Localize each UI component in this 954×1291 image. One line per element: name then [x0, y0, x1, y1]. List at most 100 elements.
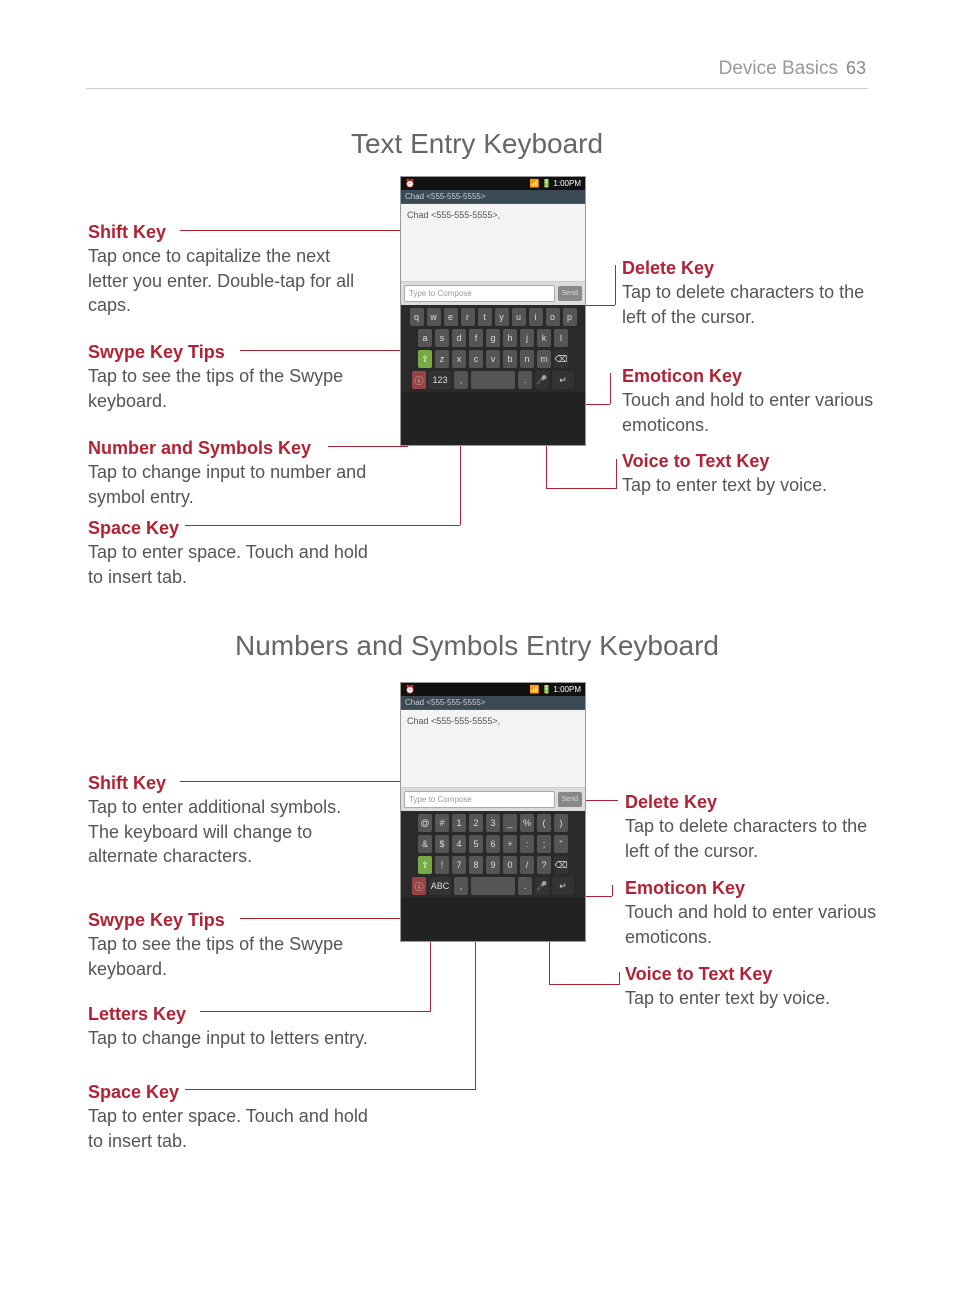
leader-line	[475, 940, 476, 1090]
keyboard-key[interactable]: @	[418, 814, 432, 832]
leader-line	[240, 350, 400, 351]
callout-number-symbols-key: Number and Symbols Key Tap to change inp…	[88, 436, 368, 509]
keyboard-key[interactable]: 3	[486, 814, 500, 832]
keyboard-key[interactable]: /	[520, 856, 534, 874]
keyboard-key[interactable]: ;	[537, 835, 551, 853]
keyboard-key[interactable]: o	[546, 308, 560, 326]
keyboard-key[interactable]: (	[537, 814, 551, 832]
keyboard-key[interactable]: 4	[452, 835, 466, 853]
keyboard-key[interactable]: g	[486, 329, 500, 347]
keyboard-key[interactable]: h	[503, 329, 517, 347]
leader-line	[185, 525, 460, 526]
keyboard-key[interactable]: ⌫	[554, 856, 568, 874]
keyboard-key[interactable]: 🎤	[535, 877, 549, 895]
keyboard-key[interactable]: .	[518, 877, 532, 895]
callout-heading: Shift Key	[88, 771, 368, 795]
keyboard-key[interactable]: 5	[469, 835, 483, 853]
keyboard-key[interactable]: ↵	[552, 877, 574, 895]
keyboard-key[interactable]: s	[435, 329, 449, 347]
callout-space-key: Space Key Tap to enter space. Touch and …	[88, 516, 368, 589]
leader-line	[612, 885, 613, 896]
keyboard-key[interactable]: !	[435, 856, 449, 874]
leader-line	[180, 230, 400, 231]
keyboard-key[interactable]: "	[554, 835, 568, 853]
keyboard-key[interactable]: v	[486, 350, 500, 368]
keyboard-key[interactable]: $	[435, 835, 449, 853]
keyboard-key[interactable]: m	[537, 350, 551, 368]
keyboard-key[interactable]: )	[554, 814, 568, 832]
leader-line	[619, 972, 620, 985]
keyboard-key[interactable]: r	[461, 308, 475, 326]
keyboard-key[interactable]: u	[512, 308, 526, 326]
keyboard-key[interactable]: 9	[486, 856, 500, 874]
keyboard-key[interactable]: i	[529, 308, 543, 326]
keyboard-key[interactable]: 0	[503, 856, 517, 874]
callout-text: Touch and hold to enter various emoticon…	[622, 390, 873, 434]
keyboard-key[interactable]: z	[435, 350, 449, 368]
keyboard-key[interactable]: j	[520, 329, 534, 347]
keyboard-key[interactable]: ?	[537, 856, 551, 874]
leader-line	[200, 1011, 430, 1012]
callout-text: Tap to delete characters to the left of …	[625, 816, 867, 860]
keyboard-key[interactable]: ⇧	[418, 856, 432, 874]
keyboard-key[interactable]: b	[503, 350, 517, 368]
leader-line	[460, 446, 461, 525]
keyboard-key[interactable]: t	[478, 308, 492, 326]
keyboard-key[interactable]: &	[418, 835, 432, 853]
keyboard-key[interactable]: :	[520, 835, 534, 853]
keyboard-key[interactable]: 🎤	[535, 371, 549, 389]
callout-text: Tap to enter text by voice.	[622, 475, 827, 495]
page-header: Device Basics 63	[719, 58, 866, 80]
keyboard-key[interactable]: ↵	[552, 371, 574, 389]
callout-text: Tap to see the tips of the Swype keyboar…	[88, 366, 343, 410]
keyboard-key[interactable]: 6	[486, 835, 500, 853]
leader-line	[582, 896, 612, 897]
keyboard-key[interactable]: +	[503, 835, 517, 853]
keyboard-key[interactable]: a	[418, 329, 432, 347]
keyboard-key[interactable]	[471, 371, 515, 389]
keyboard-key[interactable]: #	[435, 814, 449, 832]
keyboard-key[interactable]: _	[503, 814, 517, 832]
keyboard-key[interactable]: d	[452, 329, 466, 347]
callout-heading: Shift Key	[88, 220, 368, 244]
keyboard-key[interactable]: l	[554, 329, 568, 347]
callout-text: Tap to enter space. Touch and hold to in…	[88, 542, 368, 586]
callout-shift-key: Shift Key Tap once to capitalize the nex…	[88, 220, 368, 317]
keyboard-key[interactable]: %	[520, 814, 534, 832]
keyboard-key[interactable]: 8	[469, 856, 483, 874]
leader-line	[240, 918, 410, 919]
header-rule	[86, 88, 868, 89]
keyboard-key[interactable]: 1	[452, 814, 466, 832]
keyboard-key[interactable]: n	[520, 350, 534, 368]
callout-space-key-2: Space Key Tap to enter space. Touch and …	[88, 1080, 368, 1153]
callout-text: Tap to delete characters to the left of …	[622, 282, 864, 326]
keyboard-key[interactable]: 2	[469, 814, 483, 832]
send-button[interactable]: Send	[558, 286, 582, 301]
keyboard-key[interactable]: ⌫	[554, 350, 568, 368]
keyboard-key[interactable]: 123	[429, 371, 451, 389]
compose-input[interactable]: Type to Compose	[404, 285, 555, 302]
keyboard-key[interactable]: ,	[454, 371, 468, 389]
keyboard-key[interactable]: c	[469, 350, 483, 368]
compose-input[interactable]: Type to Compose	[404, 791, 555, 808]
keyboard-key[interactable]: y	[495, 308, 509, 326]
callout-text: Tap once to capitalize the next letter y…	[88, 246, 354, 315]
keyboard-key[interactable]: p	[563, 308, 577, 326]
keyboard-key[interactable]: ,	[454, 877, 468, 895]
send-button[interactable]: Send	[558, 792, 582, 807]
keyboard-key[interactable]: q	[410, 308, 424, 326]
keyboard-key[interactable]: x	[452, 350, 466, 368]
keyboard-key[interactable]: .	[518, 371, 532, 389]
keyboard-key[interactable]: k	[537, 329, 551, 347]
keyboard-key[interactable]: ABC	[429, 877, 451, 895]
keyboard-key[interactable]: w	[427, 308, 441, 326]
keyboard-key[interactable]: 7	[452, 856, 466, 874]
callout-heading: Emoticon Key	[622, 364, 882, 388]
keyboard-key[interactable]: ⇧	[418, 350, 432, 368]
keyboard-key[interactable]: e	[444, 308, 458, 326]
keyboard-key[interactable]: f	[469, 329, 483, 347]
keyboard-key[interactable]: ⓘ	[412, 877, 426, 895]
status-time: 1:00PM	[553, 179, 581, 188]
keyboard-key[interactable]: ⓘ	[412, 371, 426, 389]
keyboard-key[interactable]	[471, 877, 515, 895]
